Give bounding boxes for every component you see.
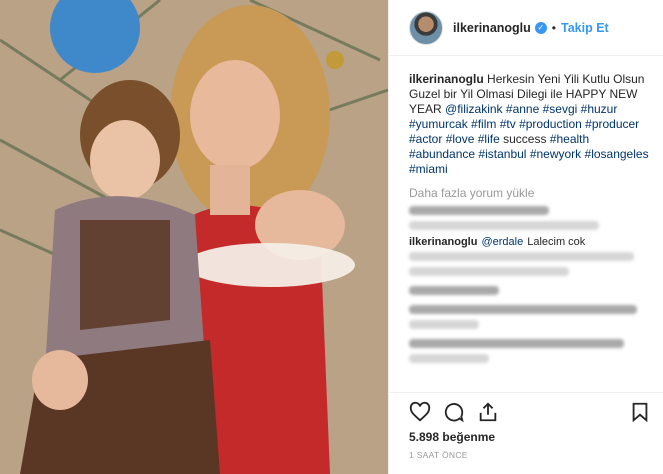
comment-bubble-icon[interactable] (443, 401, 465, 423)
hashtag[interactable]: #tv (500, 117, 516, 131)
comment-list: ilkerinanoglu @erdale Lalecim cok (409, 206, 645, 369)
likes-count[interactable]: 5.898 beğenme (409, 430, 495, 444)
header-separator: • (551, 20, 556, 35)
hashtag[interactable]: #film (471, 117, 496, 131)
hashtag[interactable]: #producer (585, 117, 639, 131)
hashtag[interactable]: #newyork (530, 147, 581, 161)
hashtag[interactable]: #anne (506, 102, 539, 116)
hashtag[interactable]: #love (446, 132, 475, 146)
post-header: ilkerinanoglu ✓ • Takip Et (389, 0, 663, 56)
hashtag[interactable]: #health (550, 132, 589, 146)
hashtag[interactable]: #yumurcak (409, 117, 468, 131)
blurred-comment (409, 206, 549, 215)
comment-item: ilkerinanoglu @erdale Lalecim cok (409, 236, 645, 248)
comment-mention[interactable]: @erdale (481, 236, 523, 248)
blurred-comment (409, 286, 499, 295)
blurred-comment (409, 221, 599, 230)
caption-username[interactable]: ilkerinanoglu (409, 72, 484, 86)
hashtag[interactable]: #huzur (581, 102, 618, 116)
comment-username[interactable]: ilkerinanoglu (409, 236, 477, 248)
follow-button[interactable]: Takip Et (561, 21, 609, 35)
verified-badge-icon: ✓ (534, 21, 547, 34)
hashtag[interactable]: #life (478, 132, 500, 146)
vintage-photo-illustration (0, 0, 388, 474)
post-timestamp[interactable]: 1 SAAT ÖNCE (409, 450, 468, 460)
comment-text: Lalecim cok (527, 236, 586, 248)
blurred-comment (409, 354, 489, 363)
header-username[interactable]: ilkerinanoglu (453, 21, 531, 35)
blurred-comment (409, 320, 479, 329)
action-bar (389, 392, 663, 430)
hashtag[interactable]: #actor (409, 132, 442, 146)
caption: ilkerinanoglu Herkesin Yeni Yili Kutlu O… (409, 72, 649, 201)
load-more-comments-button[interactable]: Daha fazla yorum yükle (409, 186, 649, 201)
avatar[interactable] (409, 10, 443, 45)
hashtag[interactable]: #production (519, 117, 582, 131)
hashtag[interactable]: #istanbul (478, 147, 526, 161)
share-icon[interactable] (477, 401, 499, 423)
hashtag[interactable]: #abundance (409, 147, 475, 161)
caption-word: success (503, 132, 547, 146)
post-side-panel: ilkerinanoglu ✓ • Takip Et ilkerinanoglu… (388, 0, 663, 474)
post-photo[interactable] (0, 0, 388, 474)
caption-mention[interactable]: @filizakink (445, 102, 503, 116)
hashtag[interactable]: #losangeles (585, 147, 649, 161)
hashtag[interactable]: #miami (409, 162, 448, 176)
hashtag[interactable]: #sevgi (543, 102, 578, 116)
bookmark-icon[interactable] (629, 401, 651, 423)
heart-icon[interactable] (409, 401, 431, 423)
blurred-comment (409, 267, 569, 276)
blurred-comment (409, 305, 637, 314)
blurred-comment (409, 252, 634, 261)
blurred-comment (409, 339, 624, 348)
